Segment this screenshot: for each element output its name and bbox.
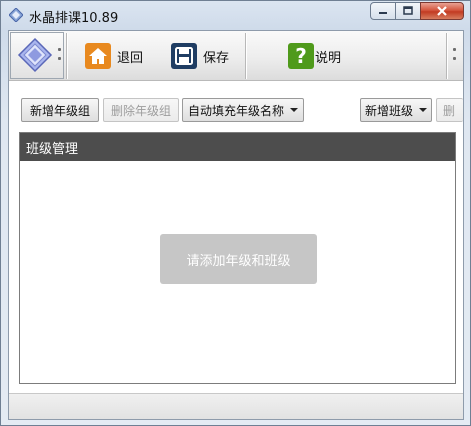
class-management-panel: 班级管理 请添加年级和班级	[19, 132, 456, 384]
delete-class-button[interactable]: 删	[436, 98, 463, 122]
app-window: 水晶排课10.89 退回 保存 ? 说明 新增年级组 删除年级组 自动填充年级名…	[0, 0, 471, 426]
panel-title: 班级管理	[20, 133, 455, 161]
empty-state-hint[interactable]: 请添加年级和班级	[160, 234, 317, 284]
close-icon	[437, 6, 447, 16]
floppy-disk-icon	[171, 43, 197, 69]
autofill-grade-name-label: 自动填充年级名称	[187, 103, 284, 118]
title-bar[interactable]: 水晶排课10.89	[1, 1, 470, 29]
crystal-logo-icon	[17, 37, 53, 73]
chevron-down-icon	[290, 108, 298, 112]
window-controls	[370, 2, 464, 20]
save-label: 保存	[203, 50, 230, 66]
help-button[interactable]: ? 说明	[288, 42, 341, 70]
back-button[interactable]: 退回	[85, 42, 143, 70]
status-bar	[9, 393, 463, 419]
crystal-diamond-icon	[8, 7, 24, 23]
logo-button[interactable]	[10, 32, 64, 79]
back-label: 退回	[117, 50, 144, 66]
add-grade-group-button[interactable]: 新增年级组	[21, 98, 99, 122]
add-class-label: 新增班级	[364, 103, 413, 118]
question-icon: ?	[288, 43, 314, 69]
chevron-down-icon	[419, 108, 427, 112]
minimize-button[interactable]	[370, 2, 396, 20]
add-class-dropdown[interactable]: 新增班级	[360, 98, 432, 122]
window-title: 水晶排课10.89	[29, 11, 119, 26]
delete-grade-group-button[interactable]: 删除年级组	[103, 98, 179, 122]
toolbar: 退回 保存 ? 说明	[9, 31, 463, 81]
toolbar-grip[interactable]	[453, 48, 456, 60]
minimize-icon	[379, 12, 387, 14]
close-button[interactable]	[420, 2, 464, 20]
autofill-grade-name-dropdown[interactable]: 自动填充年级名称	[182, 98, 304, 122]
toolbar-separator	[446, 33, 447, 79]
maximize-icon	[403, 6, 413, 15]
toolbar-grip[interactable]	[58, 48, 61, 60]
maximize-button[interactable]	[395, 2, 421, 20]
client-area: 退回 保存 ? 说明 新增年级组 删除年级组 自动填充年级名称 新增班级 删 班…	[8, 30, 464, 420]
save-button[interactable]: 保存	[171, 42, 229, 70]
help-label: 说明	[315, 50, 342, 66]
toolbar-separator	[245, 33, 246, 79]
toolbar-separator	[66, 33, 67, 79]
home-icon	[85, 43, 111, 69]
